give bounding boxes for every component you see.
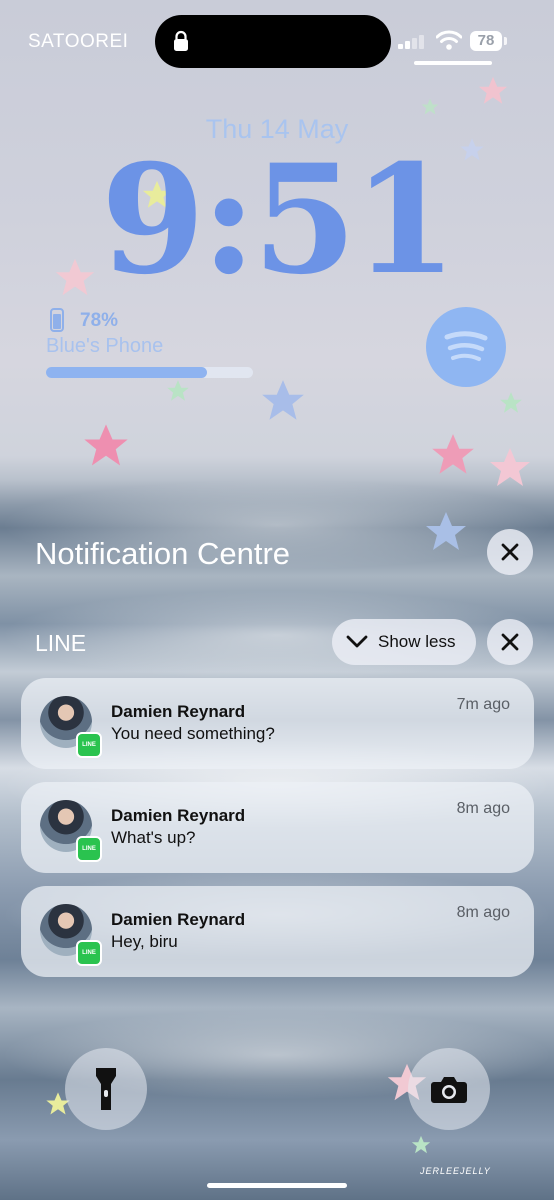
notification-message: You need something? xyxy=(111,724,275,743)
cellular-signal-icon xyxy=(398,35,424,49)
notification-sender: Damien Reynard xyxy=(111,702,246,721)
notification-time: 7m ago xyxy=(456,696,510,713)
star-decoration-icon xyxy=(411,1135,431,1154)
battery-indicator: 78 xyxy=(470,31,502,51)
star-decoration-icon xyxy=(84,424,128,466)
star-decoration-icon xyxy=(500,392,522,413)
spotify-icon xyxy=(444,331,488,361)
carrier-name: SATOOREI xyxy=(28,31,129,52)
clear-group-button[interactable] xyxy=(487,619,533,665)
close-icon xyxy=(501,543,519,561)
lock-icon xyxy=(174,30,188,51)
star-decoration-icon xyxy=(262,380,304,420)
notification-card[interactable]: LINE Damien Reynard Hey, biru 8m ago xyxy=(21,886,534,977)
notification-centre-title: Notification Centre xyxy=(35,536,291,571)
show-less-label: Show less xyxy=(378,632,456,651)
battery-widget-percent: 78% xyxy=(80,310,119,331)
notification-time: 8m ago xyxy=(456,904,510,921)
notification-sender: Damien Reynard xyxy=(111,806,246,825)
show-less-button[interactable]: Show less xyxy=(332,619,476,665)
star-decoration-icon xyxy=(490,448,530,486)
status-bar: SATOOREI 78 xyxy=(0,0,554,80)
dynamic-island xyxy=(155,15,391,68)
flashlight-icon xyxy=(96,1068,116,1110)
home-indicator[interactable] xyxy=(207,1183,347,1188)
notification-card[interactable]: LINE Damien Reynard What's up? 8m ago xyxy=(21,782,534,873)
close-icon xyxy=(501,633,519,651)
status-underline xyxy=(414,61,492,65)
line-app-icon: LINE xyxy=(76,732,102,758)
spotify-widget[interactable] xyxy=(426,307,506,387)
clear-all-button[interactable] xyxy=(487,529,533,575)
star-decoration-icon xyxy=(426,512,466,550)
line-app-icon: LINE xyxy=(76,940,102,966)
lock-clock: 9:51 xyxy=(100,132,457,308)
notification-group-app-name: LINE xyxy=(35,630,87,656)
battery-widget-device: Blue's Phone xyxy=(46,335,164,357)
wifi-icon xyxy=(436,30,462,50)
battery-widget-fill xyxy=(46,367,208,378)
phone-icon xyxy=(50,308,64,332)
artist-signature: JERLEEJELLY xyxy=(420,1166,491,1176)
notification-card[interactable]: LINE Damien Reynard You need something? … xyxy=(21,678,534,769)
chevron-down-icon xyxy=(346,635,368,648)
battery-widget-track xyxy=(46,367,253,378)
flashlight-button[interactable] xyxy=(65,1048,147,1130)
notification-sender: Damien Reynard xyxy=(111,910,246,929)
notification-time: 8m ago xyxy=(456,800,510,817)
star-decoration-icon xyxy=(432,434,474,474)
camera-icon xyxy=(431,1077,467,1103)
camera-button[interactable] xyxy=(408,1048,490,1130)
notification-message: Hey, biru xyxy=(111,932,178,951)
line-app-icon: LINE xyxy=(76,836,102,862)
battery-tip xyxy=(504,37,507,45)
star-decoration-icon xyxy=(167,380,189,401)
notification-message: What's up? xyxy=(111,828,196,847)
